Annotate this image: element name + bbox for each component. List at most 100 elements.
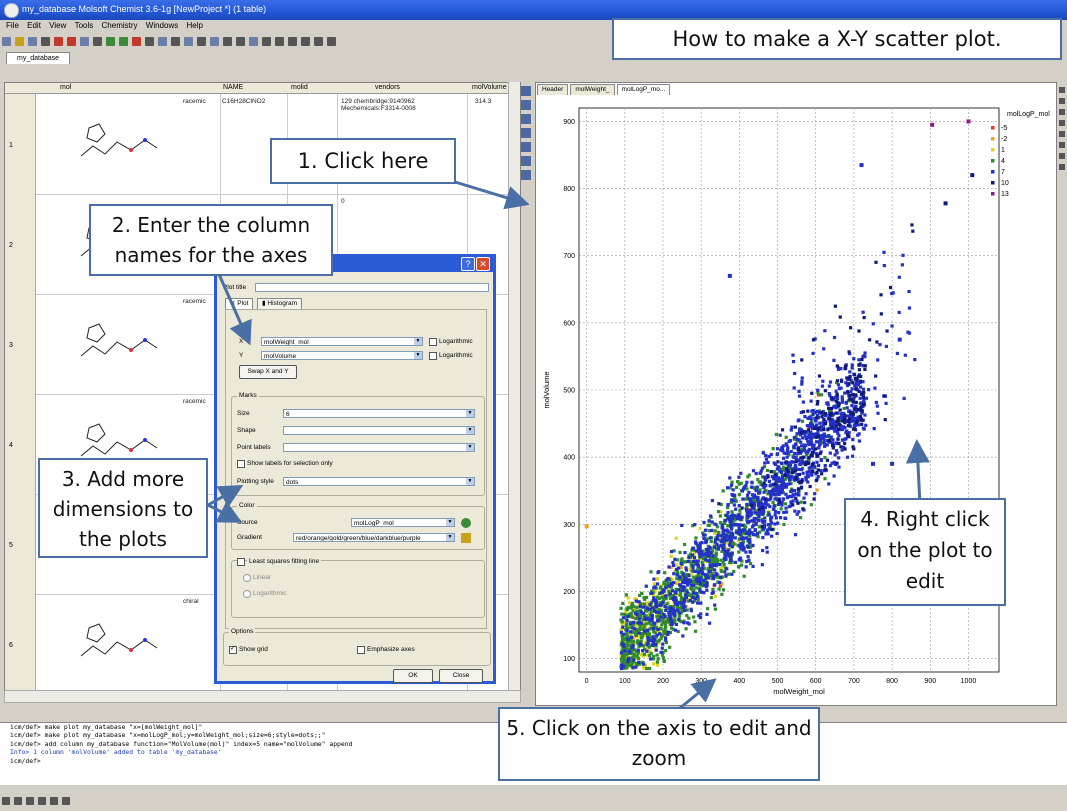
y-axis-title[interactable]: molVolume <box>542 371 551 408</box>
tab-header[interactable]: Header <box>537 84 569 95</box>
molecule-structure[interactable] <box>75 316 165 372</box>
y-logarithmic-checkbox[interactable] <box>429 352 437 360</box>
right-tool-4-icon[interactable] <box>1059 120 1065 126</box>
ok-button[interactable]: OK <box>393 669 433 683</box>
x-tick-label[interactable]: 200 <box>657 678 669 685</box>
right-tool-1-icon[interactable] <box>1059 87 1065 93</box>
show-grid-checkbox[interactable]: ✓ <box>229 645 237 654</box>
status-icon-6[interactable] <box>62 797 70 805</box>
x-axis-select[interactable]: molWeight_mol ▼ <box>261 337 423 346</box>
x-logarithmic-checkbox[interactable] <box>429 338 437 346</box>
cell-vendors[interactable]: 129 chembridge:9140962 Mechemicals:F3314… <box>341 98 416 112</box>
menu-file[interactable]: File <box>6 20 19 32</box>
x-tick-label[interactable]: 900 <box>924 678 936 685</box>
point-labels-select[interactable]: ▼ <box>283 443 475 452</box>
status-icon-2[interactable] <box>14 797 22 805</box>
row-number[interactable]: 2 <box>5 194 36 294</box>
status-icon-1[interactable] <box>2 797 10 805</box>
menu-view[interactable]: View <box>49 20 66 32</box>
tool-icon[interactable] <box>249 37 258 46</box>
align-3-icon[interactable] <box>288 37 297 46</box>
align-5-icon[interactable] <box>314 37 323 46</box>
delete-icon[interactable] <box>132 37 141 46</box>
y-tick-label[interactable]: 800 <box>563 186 575 193</box>
right-tool-6-icon[interactable] <box>1059 142 1065 148</box>
grid-view-icon[interactable] <box>521 156 531 166</box>
x-tick-label[interactable]: 100 <box>619 678 631 685</box>
binoculars-icon[interactable] <box>521 100 531 110</box>
y-tick-label[interactable]: 500 <box>563 388 575 395</box>
list-icon[interactable] <box>521 142 531 152</box>
tab-mollogp-scatter[interactable]: molLogP_mo... <box>616 84 671 95</box>
grid-icon[interactable] <box>184 37 193 46</box>
save-icon[interactable] <box>28 37 37 46</box>
y-tick-label[interactable]: 400 <box>563 455 575 462</box>
sort-icon[interactable] <box>145 37 154 46</box>
align-1-icon[interactable] <box>262 37 271 46</box>
help-icon[interactable]: ? <box>461 257 475 271</box>
plotting-style-select[interactable]: dots ▼ <box>283 477 475 486</box>
swap-axes-button[interactable]: Swap X and Y <box>239 365 297 379</box>
close-icon[interactable]: ✕ <box>476 257 490 271</box>
view-icon[interactable] <box>197 37 206 46</box>
edit-gradient-icon[interactable] <box>461 533 471 543</box>
emphasize-axes-checkbox[interactable] <box>357 646 365 654</box>
x-tick-label[interactable]: 500 <box>772 678 784 685</box>
pencil-icon[interactable] <box>521 86 531 96</box>
scatter-plot-icon[interactable] <box>521 170 531 180</box>
show-labels-selection-checkbox[interactable] <box>237 460 245 468</box>
row-number[interactable]: 4 <box>5 394 36 494</box>
status-icon-5[interactable] <box>50 797 58 805</box>
column-header-mol[interactable]: mol <box>60 84 71 91</box>
row-number[interactable]: 3 <box>5 294 36 394</box>
column-header-molid[interactable]: molid <box>291 84 308 91</box>
tab-molweight-histogram[interactable]: molWeight_ <box>570 84 615 95</box>
right-tool-5-icon[interactable] <box>1059 131 1065 137</box>
align-4-icon[interactable] <box>301 37 310 46</box>
logarithmic-fit-radio[interactable] <box>243 590 251 598</box>
scatter-plot[interactable]: 0 100 200 300 400 500 600 700 800 900 1000 100 200 30… <box>535 96 1055 704</box>
x-tick-label[interactable]: 400 <box>734 678 746 685</box>
size-select[interactable]: 6 ▼ <box>283 409 475 418</box>
redo-icon[interactable] <box>67 37 76 46</box>
cell-name[interactable]: C16H28ClNO2 <box>222 98 265 105</box>
menu-help[interactable]: Help <box>186 20 202 32</box>
sphere-icon[interactable] <box>223 37 232 46</box>
x-tick-label[interactable]: 600 <box>810 678 822 685</box>
ball-icon[interactable] <box>236 37 245 46</box>
right-tool-3-icon[interactable] <box>1059 109 1065 115</box>
row-number[interactable]: 1 <box>5 94 36 194</box>
new-icon[interactable] <box>2 37 11 46</box>
y-tick-label[interactable]: 200 <box>563 589 575 596</box>
chart-icon[interactable] <box>210 37 219 46</box>
row-number[interactable]: 6 <box>5 594 36 691</box>
x-tick-label[interactable]: 0 <box>585 678 589 685</box>
y-tick-label[interactable]: 100 <box>563 656 575 663</box>
add-column-icon[interactable] <box>119 37 128 46</box>
undo-icon[interactable] <box>54 37 63 46</box>
cell-vendors[interactable]: 0 <box>341 198 345 205</box>
column-header-name[interactable]: NAME <box>223 84 243 91</box>
menu-tools[interactable]: Tools <box>75 20 94 32</box>
y-tick-label[interactable]: 900 <box>563 119 575 126</box>
print-icon[interactable] <box>41 37 50 46</box>
tab-histogram[interactable]: ▮ Histogram <box>257 298 303 309</box>
molecule-structure[interactable] <box>75 116 165 172</box>
close-button[interactable]: Close <box>439 669 483 683</box>
color-source-select[interactable]: molLogP_mol ▼ <box>351 518 455 527</box>
menu-windows[interactable]: Windows <box>146 20 178 32</box>
right-tool-7-icon[interactable] <box>1059 153 1065 159</box>
color-picker-icon[interactable] <box>461 518 471 528</box>
shape-select[interactable]: ▼ <box>283 426 475 435</box>
layout-icon[interactable] <box>521 128 531 138</box>
tools-icon[interactable] <box>521 114 531 124</box>
menu-edit[interactable]: Edit <box>27 20 41 32</box>
x-tick-label[interactable]: 700 <box>848 678 860 685</box>
open-icon[interactable] <box>15 37 24 46</box>
add-row-icon[interactable] <box>106 37 115 46</box>
right-tool-2-icon[interactable] <box>1059 98 1065 104</box>
table-horizontal-scrollbar[interactable] <box>4 690 521 703</box>
search-icon[interactable] <box>93 37 102 46</box>
x-tick-label[interactable]: 800 <box>886 678 898 685</box>
status-icon-3[interactable] <box>26 797 34 805</box>
